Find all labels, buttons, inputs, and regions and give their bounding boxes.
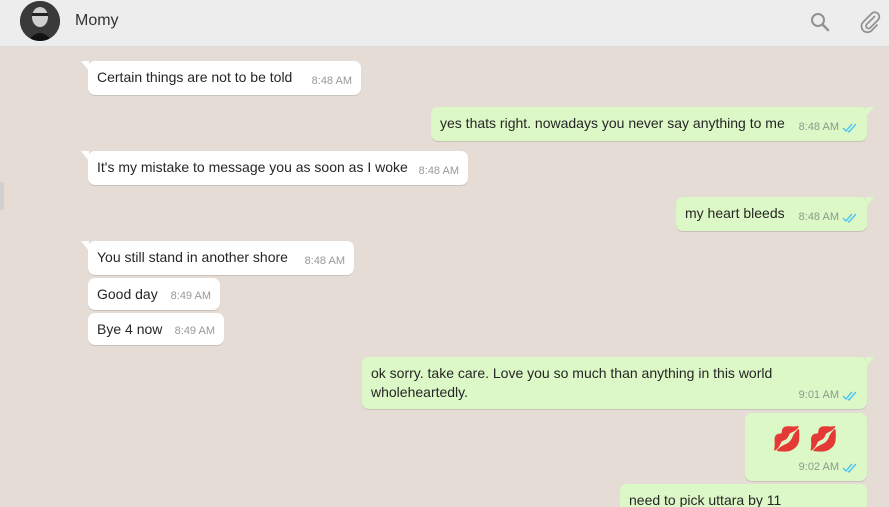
message-meta: 8:48 AM [799, 118, 858, 137]
message-time: 8:48 AM [418, 165, 459, 177]
message-meta: 8:48 AM [312, 72, 352, 91]
message-time: 8:48 AM [798, 121, 839, 133]
message-incoming[interactable]: Certain things are not to be told 8:48 A… [81, 61, 361, 95]
message-outgoing[interactable]: my heart bleeds 8:48 AM [676, 197, 874, 231]
message-meta: 8:48 AM [305, 252, 345, 271]
message-time: 8:48 AM [311, 75, 352, 87]
message-incoming[interactable]: Bye 4 now 8:49 AM [88, 313, 224, 345]
message-meta: 9:01 AM [799, 386, 858, 405]
message-outgoing[interactable]: need to pick uttara by 11 [620, 484, 867, 507]
message-time: 9:01 AM [798, 389, 839, 401]
bubble-tail [81, 241, 89, 251]
message-time: 8:49 AM [170, 290, 211, 302]
message-meta: 9:02 AM [799, 458, 858, 477]
search-icon[interactable] [808, 10, 832, 34]
bubble-tail [866, 357, 874, 367]
message-text: yes thats right. nowadays you never say … [440, 115, 785, 131]
kiss-emoji: 💋 💋 [772, 426, 839, 453]
message-outgoing-emoji[interactable]: 💋 💋 9:02 AM [745, 413, 867, 481]
bubble-tail [81, 61, 89, 71]
bubble-tail [866, 107, 874, 117]
attach-icon[interactable] [858, 10, 882, 34]
bubble-tail [81, 151, 89, 161]
message-text: ok sorry. take care. Love you so much th… [371, 365, 773, 400]
scroll-edge [0, 182, 4, 210]
message-text: need to pick uttara by 11 [629, 492, 782, 507]
message-text: It's my mistake to message you as soon a… [97, 159, 408, 175]
message-time: 9:02 AM [798, 461, 839, 473]
message-time: 8:49 AM [174, 325, 215, 337]
avatar[interactable] [20, 1, 60, 41]
message-meta: 8:48 AM [799, 208, 858, 227]
chat-header: Momy [0, 0, 889, 47]
message-meta: 8:49 AM [175, 322, 215, 341]
message-incoming[interactable]: It's my mistake to message you as soon a… [81, 151, 468, 185]
avatar-photo [20, 1, 60, 41]
read-ticks-icon [842, 123, 857, 133]
chat-area[interactable]: Certain things are not to be told 8:48 A… [0, 47, 889, 507]
message-time: 8:48 AM [304, 255, 345, 267]
message-incoming[interactable]: Good day 8:49 AM [88, 278, 220, 310]
bubble-tail [866, 197, 874, 207]
message-meta: 8:49 AM [171, 287, 211, 306]
read-ticks-icon [842, 213, 857, 223]
message-outgoing[interactable]: ok sorry. take care. Love you so much th… [362, 357, 874, 409]
message-incoming[interactable]: You still stand in another shore 8:48 AM [81, 241, 354, 275]
contact-name[interactable]: Momy [75, 12, 119, 30]
read-ticks-icon [842, 463, 857, 473]
message-outgoing[interactable]: yes thats right. nowadays you never say … [431, 107, 874, 141]
read-ticks-icon [842, 391, 857, 401]
message-time: 8:48 AM [798, 211, 839, 223]
message-meta: 8:48 AM [419, 162, 459, 181]
